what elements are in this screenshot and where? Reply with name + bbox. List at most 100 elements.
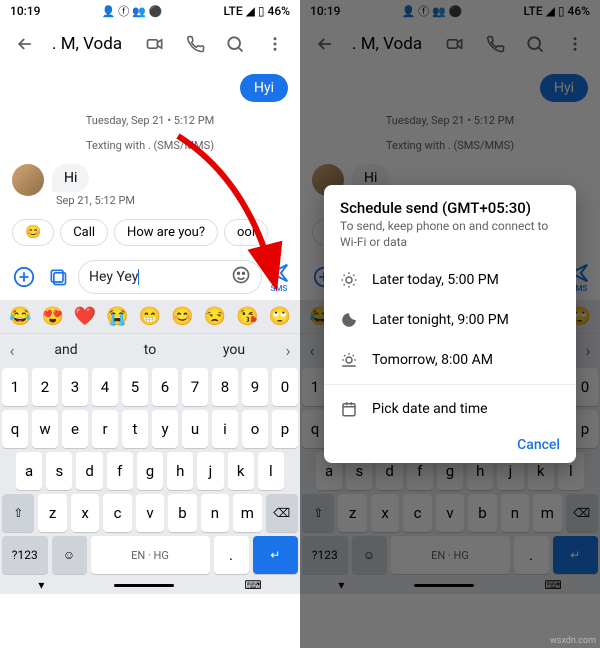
prediction-word[interactable]: and — [24, 334, 108, 366]
enter-key[interactable]: ↵ — [253, 536, 299, 574]
key-d[interactable]: d — [76, 452, 102, 490]
modal-overlay[interactable]: Schedule send (GMT+05:30) To send, keep … — [300, 0, 600, 648]
key-r[interactable]: r — [92, 410, 118, 448]
option-label: Pick date and time — [372, 401, 488, 417]
prediction-word[interactable]: to — [108, 334, 192, 366]
option-later-today[interactable]: Later today, 5:00 PM — [324, 260, 576, 300]
key-8[interactable]: 8 — [212, 368, 238, 406]
emoji-suggestion[interactable]: 😒 — [204, 306, 226, 327]
key-h[interactable]: h — [167, 452, 193, 490]
conversation-toolbar: . M, Voda — [0, 22, 300, 66]
smart-reply-partial[interactable]: ool — [224, 219, 268, 246]
option-later-tonight[interactable]: Later tonight, 9:00 PM — [324, 300, 576, 340]
key-k[interactable]: k — [228, 452, 254, 490]
system-nav-bar: ▾ ⌨ — [0, 576, 300, 594]
composer-bar: Hey Yey SMS — [0, 254, 300, 300]
prediction-prev[interactable]: ‹ — [0, 334, 24, 366]
key-i[interactable]: i — [212, 410, 238, 448]
send-button[interactable]: SMS — [268, 262, 290, 293]
back-button[interactable] — [8, 27, 42, 61]
prediction-next[interactable]: › — [276, 334, 300, 366]
search-button[interactable] — [218, 27, 252, 61]
smart-reply-call[interactable]: Call — [60, 219, 108, 246]
cancel-button[interactable]: Cancel — [324, 429, 576, 457]
emoji-suggestion[interactable]: 😁 — [139, 306, 161, 327]
key-4[interactable]: 4 — [92, 368, 118, 406]
period-key[interactable]: . — [214, 536, 249, 574]
nav-handle[interactable] — [114, 584, 174, 587]
status-lte: LTE — [224, 4, 243, 18]
option-label: Later today, 5:00 PM — [372, 272, 499, 288]
emoji-suggestion[interactable]: 😍 — [41, 306, 63, 327]
status-left-icons: 👤 ⓕ 👥 ⚫ — [102, 3, 162, 19]
smart-reply-emoji[interactable]: 😊 — [12, 219, 54, 246]
key-n[interactable]: n — [201, 494, 229, 532]
more-button[interactable] — [258, 27, 292, 61]
key-w[interactable]: w — [32, 410, 58, 448]
video-call-button[interactable] — [138, 27, 172, 61]
emoji-suggestion[interactable]: 😭 — [106, 306, 128, 327]
call-button[interactable] — [178, 27, 212, 61]
send-mode-label: SMS — [271, 284, 288, 293]
key-6[interactable]: 6 — [152, 368, 178, 406]
option-pick-date[interactable]: Pick date and time — [324, 389, 576, 429]
outgoing-message[interactable]: Hyi — [240, 74, 288, 102]
key-5[interactable]: 5 — [122, 368, 148, 406]
key-b[interactable]: b — [168, 494, 196, 532]
emoji-suggestion[interactable]: 😂 — [9, 306, 31, 327]
emoji-suggestion[interactable]: 😊 — [171, 306, 193, 327]
prediction-word[interactable]: you — [192, 334, 276, 366]
key-p[interactable]: p — [272, 410, 298, 448]
conversation-title[interactable]: . M, Voda — [48, 34, 132, 54]
key-q[interactable]: q — [2, 410, 28, 448]
shift-key[interactable]: ⇧ — [2, 494, 34, 532]
key-g[interactable]: g — [137, 452, 163, 490]
texting-with-label: Texting with . (SMS/MMS) — [12, 139, 288, 152]
emoji-key[interactable]: ☺ — [52, 536, 87, 574]
key-t[interactable]: t — [122, 410, 148, 448]
key-s[interactable]: s — [46, 452, 72, 490]
key-v[interactable]: v — [136, 494, 164, 532]
emoji-suggestion[interactable]: 🙄 — [269, 306, 291, 327]
key-z[interactable]: z — [38, 494, 66, 532]
emoji-suggestion[interactable]: ❤️ — [74, 306, 96, 327]
gallery-button[interactable] — [44, 263, 72, 291]
contact-avatar[interactable] — [12, 164, 44, 196]
key-u[interactable]: u — [182, 410, 208, 448]
key-3[interactable]: 3 — [62, 368, 88, 406]
incoming-message[interactable]: Hi — [52, 164, 89, 192]
key-9[interactable]: 9 — [242, 368, 268, 406]
symbols-key[interactable]: ?123 — [2, 536, 48, 574]
emoji-button[interactable] — [231, 265, 251, 289]
calendar-icon — [340, 400, 358, 418]
key-j[interactable]: j — [197, 452, 223, 490]
dialog-separator — [324, 384, 576, 385]
key-x[interactable]: x — [71, 494, 99, 532]
key-c[interactable]: c — [103, 494, 131, 532]
key-o[interactable]: o — [242, 410, 268, 448]
space-key[interactable]: EN · HG — [91, 536, 210, 574]
key-f[interactable]: f — [107, 452, 133, 490]
key-l[interactable]: l — [258, 452, 284, 490]
add-button[interactable] — [10, 263, 38, 291]
key-7[interactable]: 7 — [182, 368, 208, 406]
nav-down-icon[interactable]: ▾ — [38, 578, 44, 592]
dialog-title: Schedule send (GMT+05:30) — [324, 199, 576, 219]
backspace-key[interactable]: ⌫ — [266, 494, 298, 532]
key-2[interactable]: 2 — [32, 368, 58, 406]
smart-reply-howareyou[interactable]: How are you? — [114, 219, 218, 246]
key-0[interactable]: 0 — [272, 368, 298, 406]
key-a[interactable]: a — [16, 452, 42, 490]
keyboard: 1234567890 qwertyuiop asdfghjkl ⇧ zxcvbn… — [0, 366, 300, 576]
key-1[interactable]: 1 — [2, 368, 28, 406]
key-y[interactable]: y — [152, 410, 178, 448]
right-screenshot: 10:19 👤 ⓕ 👥 ⚫ LTE ◢ ▯ 46% . M, Voda Hyi … — [300, 0, 600, 648]
key-m[interactable]: m — [233, 494, 261, 532]
status-battery: 46% — [268, 4, 290, 18]
key-e[interactable]: e — [62, 410, 88, 448]
emoji-suggestion[interactable]: 😘 — [236, 306, 258, 327]
option-tomorrow[interactable]: Tomorrow, 8:00 AM — [324, 340, 576, 380]
nav-keyboard-icon[interactable]: ⌨ — [244, 578, 261, 592]
message-input[interactable]: Hey Yey — [78, 260, 262, 294]
incoming-time: Sep 21, 5:12 PM — [56, 194, 135, 207]
